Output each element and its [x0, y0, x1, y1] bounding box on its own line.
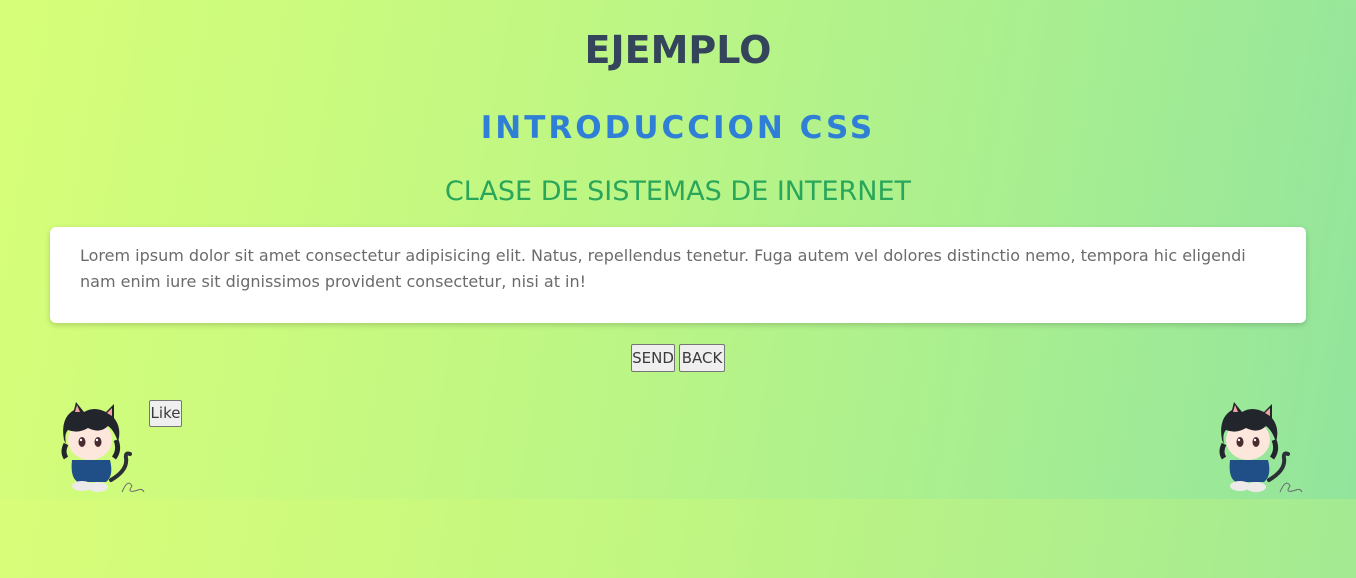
course-heading: CLASE DE SISTEMAS DE INTERNET	[444, 176, 912, 207]
card-text: Lorem ipsum dolor sit amet consectetur a…	[80, 246, 1246, 291]
page-background-strip	[0, 499, 1356, 578]
send-button[interactable]: SEND	[631, 344, 675, 372]
page-subtitle: INTRODUCCION CSS	[480, 110, 876, 146]
back-button[interactable]: BACK	[679, 344, 725, 372]
page-title: EJEMPLO	[584, 28, 772, 72]
like-button[interactable]: Like	[149, 400, 182, 427]
chibi-cat-character-image-right	[1219, 402, 1303, 493]
text-card: Lorem ipsum dolor sit amet consectetur a…	[50, 227, 1306, 323]
chibi-cat-character-image-left	[61, 402, 145, 493]
